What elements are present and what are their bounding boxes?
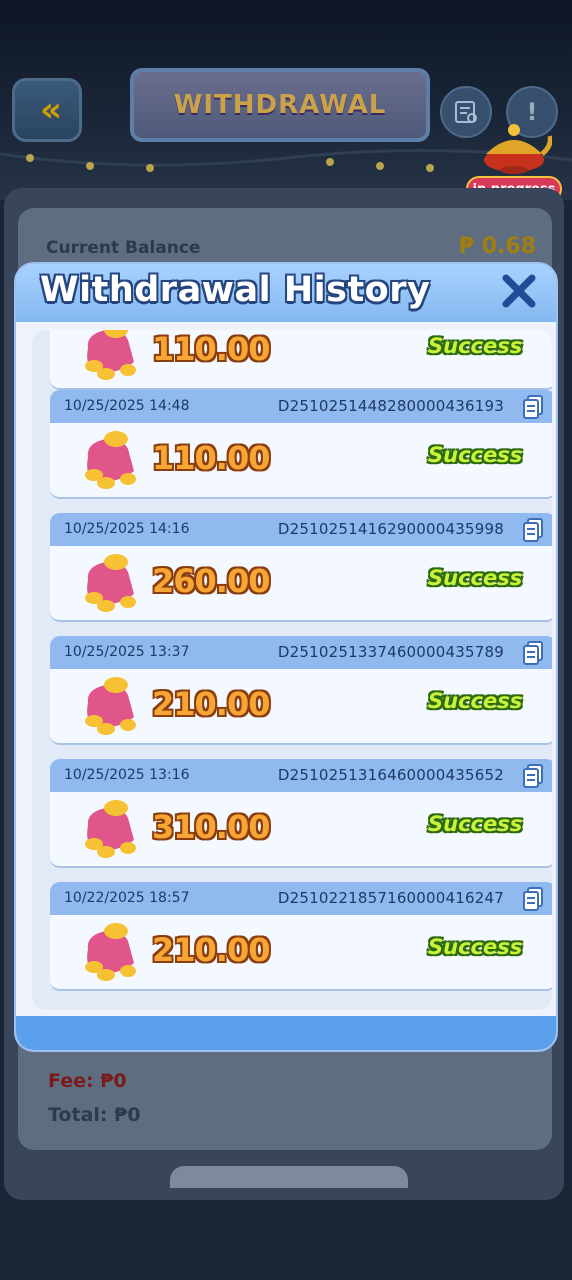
record-amount: 110.00 <box>152 439 270 477</box>
record-date: 10/25/2025 14:48 <box>64 398 190 414</box>
copy-icon[interactable] <box>522 517 546 543</box>
page-title-banner: WITHDRAWAL <box>130 68 430 142</box>
record-status: Success <box>428 935 523 959</box>
record-header: 10/25/2025 14:16 D2510251416290000435998 <box>50 513 552 546</box>
record-body: 310.00 Success <box>50 792 552 868</box>
purse-icon <box>85 431 136 489</box>
record-status: Success <box>428 443 523 467</box>
record-status: Success <box>428 689 523 713</box>
record-amount: 310.00 <box>152 808 270 846</box>
record-date: 10/25/2025 13:37 <box>64 644 190 660</box>
copy-icon[interactable] <box>522 763 546 789</box>
fee-summary: Fee: ₱0 Total: ₱0 <box>32 1056 540 1138</box>
copy-icon[interactable] <box>522 394 546 420</box>
record-amount: 210.00 <box>152 685 270 723</box>
record-header: 10/25/2025 14:48 D2510251448280000436193 <box>50 390 552 423</box>
record-date: 10/25/2025 14:16 <box>64 521 190 537</box>
record-header: 10/25/2025 13:16 D2510251316460000435652 <box>50 759 552 792</box>
purse-icon <box>85 677 136 735</box>
copy-icon[interactable] <box>522 640 546 666</box>
balance-row: Current Balance ₱ 0.68 <box>46 234 536 264</box>
lamp-icon <box>484 124 552 174</box>
modal-title: Withdrawal History <box>40 270 431 310</box>
close-icon <box>502 274 536 308</box>
record-date: 10/25/2025 13:16 <box>64 767 190 783</box>
fee-text: Fee: ₱0 <box>48 1070 127 1092</box>
record-status: Success <box>428 334 523 358</box>
record-body: 260.00 Success <box>50 546 552 622</box>
record-body: 210.00 Success <box>50 669 552 745</box>
copy-icon[interactable] <box>522 886 546 912</box>
close-button[interactable] <box>498 270 540 312</box>
withdraw-button[interactable] <box>170 1166 408 1188</box>
record-body: 110.00 Success <box>50 423 552 499</box>
purse-icon <box>85 923 136 981</box>
page-title: WITHDRAWAL <box>173 90 387 120</box>
purse-icon <box>85 800 136 858</box>
balance-label: Current Balance <box>46 238 201 258</box>
record-header: 10/22/2025 18:57 D2510221857160000416247 <box>50 882 552 915</box>
back-arrow-icon: « <box>40 90 62 130</box>
record-status: Success <box>428 566 523 590</box>
record-body: 210.00 Success <box>50 915 552 991</box>
modal-header: Withdrawal History <box>16 264 556 322</box>
modal-footer <box>16 1016 556 1050</box>
balance-value: ₱ 0.68 <box>458 234 536 259</box>
record-amount: 210.00 <box>152 931 270 969</box>
record-status: Success <box>428 812 523 836</box>
record-id: D2510251337460000435789 <box>277 643 504 661</box>
back-button[interactable]: « <box>12 78 82 142</box>
record-id: D2510251448280000436193 <box>277 397 504 415</box>
purse-icon <box>85 554 136 612</box>
record-amount: 110.00 <box>152 330 270 368</box>
record-amount: 260.00 <box>152 562 270 600</box>
record-id: D2510251316460000435652 <box>277 766 504 784</box>
record-id: D2510251416290000435998 <box>277 520 504 538</box>
purse-icon <box>85 330 136 380</box>
record-header: 10/25/2025 13:37 D2510251337460000435789 <box>50 636 552 669</box>
total-text: Total: ₱0 <box>48 1104 141 1126</box>
withdrawal-history-modal: Withdrawal History 110.00 Success 10/25/… <box>14 262 558 1052</box>
record-date: 10/22/2025 18:57 <box>64 890 190 906</box>
history-list[interactable]: 110.00 Success 10/25/2025 14:48 D2510251… <box>32 330 552 1010</box>
record-id: D2510221857160000416247 <box>277 889 504 907</box>
record-body: 110.00 Success <box>50 330 552 390</box>
